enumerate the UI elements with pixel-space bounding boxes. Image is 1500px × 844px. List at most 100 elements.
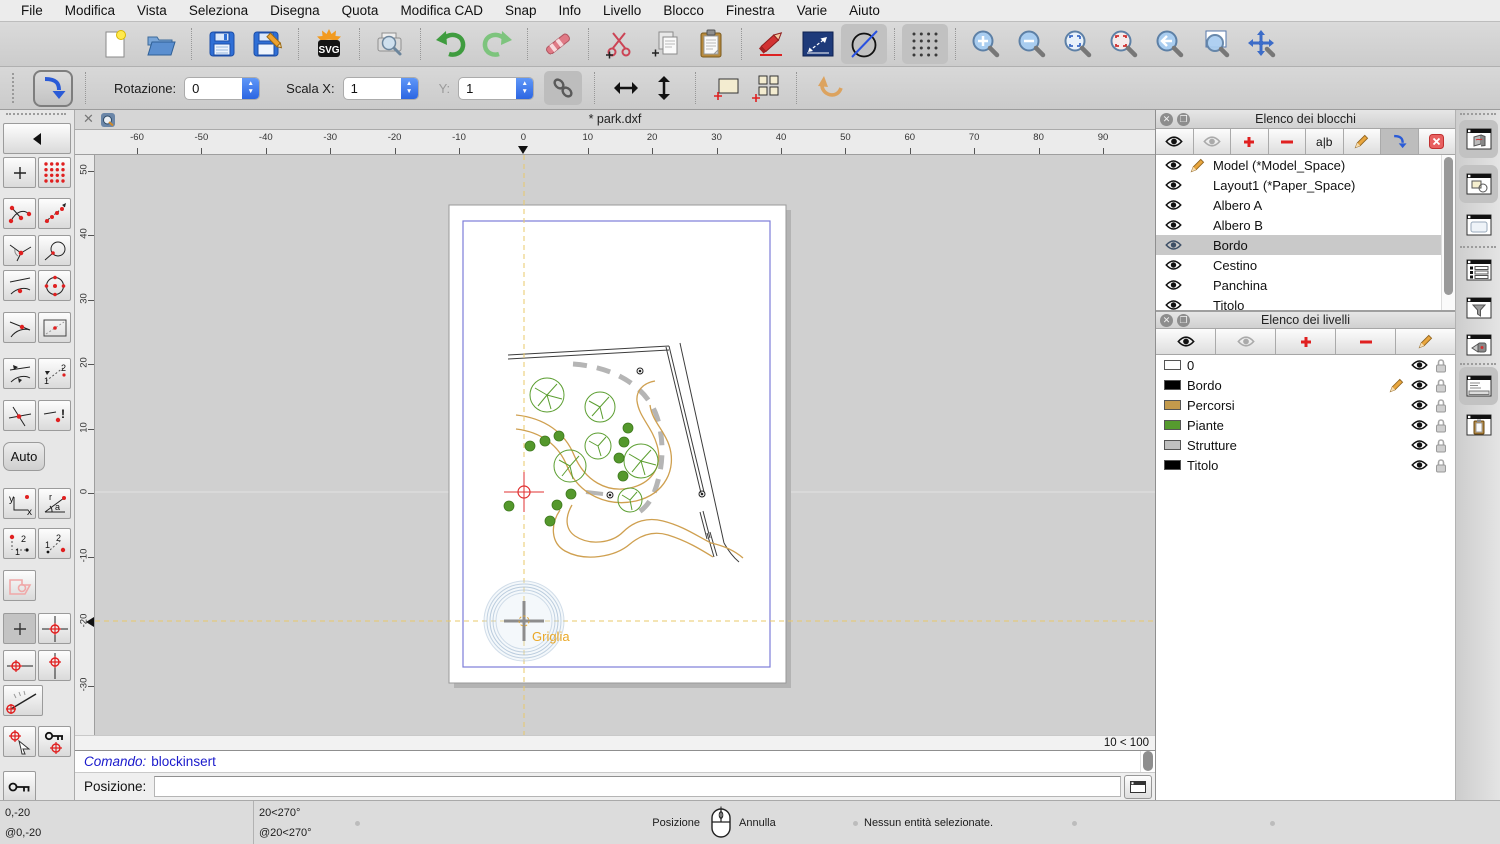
snap-grid-button[interactable] xyxy=(38,157,71,188)
zoom-page-button[interactable] xyxy=(1193,24,1239,64)
delete-button[interactable] xyxy=(535,24,581,64)
block-visibility-eye-icon[interactable] xyxy=(1161,259,1185,271)
menu-item-quota[interactable]: Quota xyxy=(331,3,390,18)
library-browser-panel-button[interactable] xyxy=(1459,165,1498,203)
scale-x-combobox[interactable]: 1 ▲ ▼ xyxy=(342,76,419,100)
menu-item-vista[interactable]: Vista xyxy=(126,3,178,18)
layer-visibility-eye-icon[interactable] xyxy=(1411,419,1428,431)
toolbar-drag-handle[interactable] xyxy=(6,113,66,115)
menu-item-snap[interactable]: Snap xyxy=(494,3,548,18)
modify-divide-button[interactable] xyxy=(841,24,887,64)
property-list-panel-button[interactable] xyxy=(1459,251,1498,289)
stepper-icon[interactable]: ▲ ▼ xyxy=(516,77,534,99)
menu-item-aiuto[interactable]: Aiuto xyxy=(838,3,891,18)
relative-zero-panel-button[interactable] xyxy=(1459,326,1498,364)
relative-cartesian-button[interactable]: 12 xyxy=(3,528,36,559)
new-document-button[interactable] xyxy=(92,24,138,64)
stepper-icon[interactable]: ▲ ▼ xyxy=(400,77,418,99)
flip-horizontal-button[interactable] xyxy=(607,71,645,105)
menu-item-blocco[interactable]: Blocco xyxy=(652,3,715,18)
menu-item-varie[interactable]: Varie xyxy=(786,3,839,18)
pan-button[interactable] xyxy=(1239,24,1285,64)
snap-back-button[interactable] xyxy=(3,123,71,154)
menu-item-modifica-cad[interactable]: Modifica CAD xyxy=(389,3,494,18)
delete-block-button[interactable] xyxy=(1418,129,1455,154)
undo-button[interactable] xyxy=(428,24,474,64)
restrict-horizontal-button[interactable] xyxy=(3,650,36,681)
close-panel-icon[interactable]: ✕ xyxy=(1160,313,1173,327)
close-panel-icon[interactable]: ✕ xyxy=(1160,112,1173,126)
blocks-scrollbar-thumb[interactable] xyxy=(1444,157,1453,295)
layer-lock-icon[interactable] xyxy=(1435,398,1447,413)
restrict-vertical-button[interactable] xyxy=(38,650,71,681)
command-scrollbar[interactable] xyxy=(1140,751,1155,772)
relative-zero-key-button[interactable] xyxy=(3,771,36,802)
menu-item-modifica[interactable]: Modifica xyxy=(54,3,126,18)
block-visibility-eye-icon[interactable] xyxy=(1161,179,1185,191)
flip-vertical-button[interactable] xyxy=(645,71,683,105)
drawing-canvas[interactable]: Griglia xyxy=(95,155,1155,735)
layer-row[interactable]: Bordo xyxy=(1156,375,1455,395)
layer-row[interactable]: Titolo xyxy=(1156,455,1455,475)
snap-circle-button[interactable] xyxy=(38,235,71,266)
layer-lock-icon[interactable] xyxy=(1435,378,1447,393)
detach-panel-icon[interactable]: ❐ xyxy=(1177,313,1190,327)
paste-button[interactable] xyxy=(688,24,734,64)
selection-filter-panel-button[interactable] xyxy=(1459,289,1498,327)
coordinate-polar-button[interactable]: ra xyxy=(38,488,71,519)
menu-item-info[interactable]: Info xyxy=(548,3,593,18)
auto-snap-button[interactable]: Auto xyxy=(3,442,45,471)
block-visibility-eye-icon[interactable] xyxy=(1161,199,1185,211)
block-row[interactable]: Cestino xyxy=(1156,255,1455,275)
remove-block-button[interactable] xyxy=(1268,129,1306,154)
grid-toggle-button[interactable] xyxy=(902,24,948,64)
block-row[interactable]: Bordo xyxy=(1156,235,1455,255)
layer-lock-icon[interactable] xyxy=(1435,458,1447,473)
stepper-icon[interactable]: ▲ ▼ xyxy=(242,77,260,99)
edit-layer-button[interactable] xyxy=(1396,329,1455,354)
snap-intersection-manual-button[interactable]: ! xyxy=(38,400,71,431)
zoom-selection-button[interactable] xyxy=(1101,24,1147,64)
block-visibility-eye-icon[interactable] xyxy=(1161,299,1185,310)
rename-block-button[interactable]: a|b xyxy=(1306,129,1344,154)
remove-layer-button[interactable] xyxy=(1336,329,1396,354)
add-block-button[interactable] xyxy=(1231,129,1269,154)
layer-lock-icon[interactable] xyxy=(1435,358,1447,373)
restrict-off-button[interactable] xyxy=(3,613,36,644)
add-layer-button[interactable] xyxy=(1276,329,1336,354)
layer-visibility-eye-icon[interactable] xyxy=(1411,359,1428,371)
insert-array-button[interactable] xyxy=(746,71,784,105)
snap-tangent-button[interactable] xyxy=(3,312,36,343)
menu-item-livello[interactable]: Livello xyxy=(592,3,652,18)
menu-item-finestra[interactable]: Finestra xyxy=(715,3,786,18)
redo-button[interactable] xyxy=(474,24,520,64)
snap-center-button[interactable] xyxy=(38,270,71,301)
block-visibility-eye-icon[interactable] xyxy=(1161,219,1185,231)
dimension-button[interactable] xyxy=(795,24,841,64)
toolbar-drag-handle[interactable] xyxy=(12,73,17,103)
print-preview-button[interactable] xyxy=(367,24,413,64)
undo-options-button[interactable] xyxy=(809,71,847,105)
snap-angle-button[interactable] xyxy=(3,685,43,716)
show-all-blocks-button[interactable] xyxy=(1156,129,1194,154)
block-row[interactable]: Titolo xyxy=(1156,295,1455,310)
snap-shape-button[interactable] xyxy=(3,570,36,601)
zoom-in-button[interactable] xyxy=(963,24,1009,64)
snap-perpendicular-button[interactable] xyxy=(3,235,36,266)
command-history[interactable]: Comando: blockinsert xyxy=(75,750,1155,772)
preview-panel-button[interactable] xyxy=(1459,206,1498,244)
command-input[interactable] xyxy=(154,776,1121,797)
layer-row[interactable]: Piante xyxy=(1156,415,1455,435)
layer-visibility-eye-icon[interactable] xyxy=(1411,399,1428,411)
clipboard-panel-button[interactable] xyxy=(1459,406,1498,444)
menu-item-file[interactable]: File xyxy=(10,3,54,18)
save-as-button[interactable] xyxy=(245,24,291,64)
menu-item-disegna[interactable]: Disegna xyxy=(259,3,331,18)
coordinate-cartesian-button[interactable]: yx xyxy=(3,488,36,519)
auto-zoom-button[interactable] xyxy=(1055,24,1101,64)
snap-intersection-button[interactable] xyxy=(3,400,36,431)
link-scales-button[interactable] xyxy=(544,71,583,105)
snap-on-entity-button[interactable] xyxy=(38,198,71,229)
hide-all-blocks-button[interactable] xyxy=(1193,129,1231,154)
edit-block-button[interactable] xyxy=(1343,129,1381,154)
